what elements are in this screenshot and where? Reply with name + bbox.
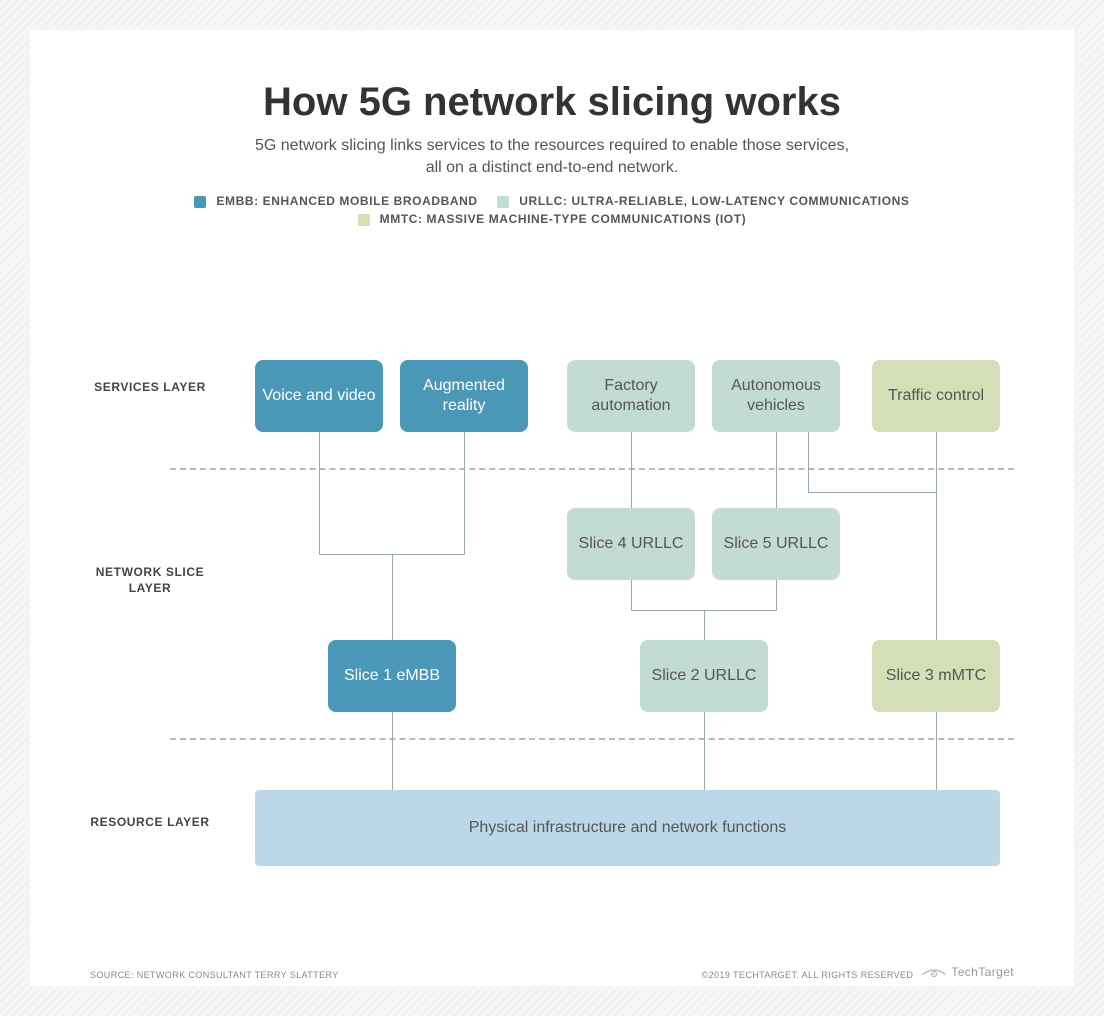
slice-5: Slice 5 URLLC	[712, 508, 840, 580]
swatch-mmtc	[358, 214, 370, 226]
legend-urllc: URLLC: ultra-reliable, low-latency commu…	[519, 194, 909, 208]
label-services-layer: SERVICES LAYER	[90, 380, 210, 396]
connector	[631, 580, 632, 610]
slice-2: Slice 2 URLLC	[640, 640, 768, 712]
service-factory-automation: Factory automation	[567, 360, 695, 432]
connector	[808, 492, 936, 493]
source-text: SOURCE: NETWORK CONSULTANT TERRY SLATTER…	[90, 970, 339, 980]
connector	[631, 432, 632, 508]
diagram-subtitle: 5G network slicing links services to the…	[90, 135, 1014, 180]
connector	[392, 554, 465, 555]
connector	[392, 712, 393, 790]
legend-embb: eMBB: enhanced mobile broadband	[216, 194, 477, 208]
service-augmented-reality: Augmented reality	[400, 360, 528, 432]
connector	[808, 432, 809, 492]
connector	[936, 712, 937, 790]
connector	[776, 580, 777, 610]
footer: SOURCE: NETWORK CONSULTANT TERRY SLATTER…	[90, 964, 1014, 980]
swatch-embb	[194, 196, 206, 208]
connector	[776, 432, 777, 508]
connector	[392, 554, 393, 640]
connector	[936, 432, 937, 640]
diagram-area: SERVICES LAYER NETWORK SLICE LAYER RESOU…	[90, 290, 1014, 890]
connector	[704, 610, 705, 640]
slice-1: Slice 1 eMBB	[328, 640, 456, 712]
connector	[704, 712, 705, 790]
diagram-title: How 5G network slicing works	[90, 80, 1014, 125]
slice-4: Slice 4 URLLC	[567, 508, 695, 580]
service-voice-video: Voice and video	[255, 360, 383, 432]
label-resource-layer: RESOURCE LAYER	[90, 815, 210, 831]
divider-1	[170, 468, 1014, 470]
connector	[319, 432, 320, 554]
connector	[464, 432, 465, 554]
diagram-card: How 5G network slicing works 5G network …	[30, 30, 1074, 986]
label-slice-layer: NETWORK SLICE LAYER	[90, 565, 210, 596]
eye-icon	[921, 964, 947, 980]
slice-3: Slice 3 mMTC	[872, 640, 1000, 712]
legend-mmtc: mMTC: massive machine-type communication…	[380, 212, 747, 226]
resource-box: Physical infrastructure and network func…	[255, 790, 1000, 866]
connector	[319, 554, 392, 555]
techtarget-logo: TechTarget	[921, 964, 1014, 980]
copyright-text: ©2019 TECHTARGET. ALL RIGHTS RESERVED	[702, 970, 914, 980]
legend: eMBB: enhanced mobile broadband URLLC: u…	[90, 194, 1014, 226]
service-autonomous-vehicles: Autonomous vehicles	[712, 360, 840, 432]
swatch-urllc	[497, 196, 509, 208]
service-traffic-control: Traffic control	[872, 360, 1000, 432]
divider-2	[170, 738, 1014, 740]
